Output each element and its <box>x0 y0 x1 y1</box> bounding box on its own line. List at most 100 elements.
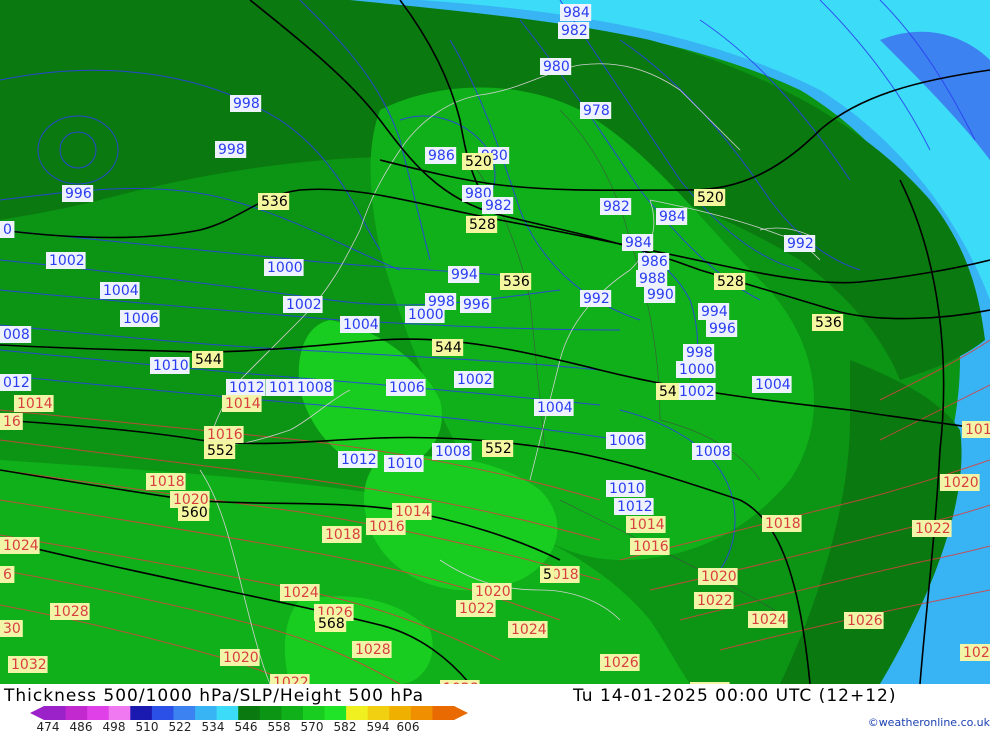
isobar-label-3: 998 <box>230 95 262 112</box>
isobar-high-label-34: 1028 <box>440 680 480 684</box>
thickness-label-6: 536 <box>812 314 844 331</box>
svg-text:560: 560 <box>181 505 208 521</box>
isobar-label-20: 1004 <box>100 282 140 299</box>
legend-tick-3: 510 <box>135 720 159 734</box>
isobar-high-label-33: 30 <box>0 620 23 637</box>
isobar-label-51: 0 <box>0 221 15 238</box>
svg-text:1000: 1000 <box>679 362 715 378</box>
svg-text:012: 012 <box>3 375 30 391</box>
isobar-label-41: 1002 <box>676 383 716 400</box>
svg-text:1004: 1004 <box>537 400 573 416</box>
isobar-high-label-24: 1020 <box>698 568 738 585</box>
svg-text:1028: 1028 <box>53 604 89 620</box>
legend-tick-6: 546 <box>234 720 258 734</box>
color-legend <box>30 706 468 720</box>
svg-text:982: 982 <box>485 198 512 214</box>
svg-text:1024: 1024 <box>3 538 39 554</box>
isobar-label-13: 984 <box>622 234 654 251</box>
svg-text:1012: 1012 <box>229 380 265 396</box>
svg-text:1024: 1024 <box>751 612 787 628</box>
svg-text:1018: 1018 <box>765 516 801 532</box>
svg-text:1000: 1000 <box>267 260 303 276</box>
credit-link[interactable]: ©weatheronline.co.uk <box>868 716 990 729</box>
isobar-high-label-15: 1024 <box>0 537 40 554</box>
svg-text:1002: 1002 <box>457 372 493 388</box>
isobar-label-9: 982 <box>600 198 632 215</box>
isobar-high-label-21: 1024 <box>508 621 548 638</box>
legend-tick-0: 474 <box>36 720 60 734</box>
thickness-label-4: 528 <box>466 216 498 233</box>
svg-text:5: 5 <box>543 567 552 583</box>
isobar-high-label-7: 1016 <box>366 518 406 535</box>
isobar-high-label-32: 6 <box>0 566 15 583</box>
svg-text:1012: 1012 <box>617 499 653 515</box>
svg-text:568: 568 <box>318 616 345 632</box>
svg-text:996: 996 <box>709 321 736 337</box>
svg-text:520: 520 <box>465 154 492 170</box>
svg-text:1012: 1012 <box>341 452 377 468</box>
legend-tick-7: 558 <box>267 720 291 734</box>
isobar-high-label-27: 1020 <box>220 649 260 666</box>
isobar-high-label-19: 1020 <box>472 583 512 600</box>
legend-tick-1: 486 <box>69 720 93 734</box>
thickness-label-7: 544 <box>432 339 464 356</box>
legend-tick-5: 534 <box>201 720 225 734</box>
svg-text:1008: 1008 <box>695 444 731 460</box>
isobar-label-50: 1012 <box>614 498 654 515</box>
svg-text:998: 998 <box>686 345 713 361</box>
isobar-label-27: 992 <box>580 290 612 307</box>
isobar-high-label-30: 1026 <box>600 654 640 671</box>
legend-swatch-10 <box>259 706 282 720</box>
svg-text:102: 102 <box>963 645 990 661</box>
svg-text:1014: 1014 <box>395 504 431 520</box>
legend-tick-2: 498 <box>102 720 126 734</box>
legend-swatch-13 <box>324 706 347 720</box>
isobar-label-30: 008 <box>0 326 32 343</box>
isobar-label-34: 1000 <box>676 361 716 378</box>
svg-text:1004: 1004 <box>755 377 791 393</box>
svg-text:0: 0 <box>3 222 12 238</box>
svg-text:1002: 1002 <box>49 253 85 269</box>
isobar-label-44: 1006 <box>606 432 646 449</box>
legend-swatch-9 <box>238 706 261 720</box>
legend-tick-8: 570 <box>300 720 324 734</box>
isobar-label-18: 1002 <box>46 252 86 269</box>
map-title: Thickness 500/1000 hPa/SLP/Height 500 hP… <box>4 686 425 706</box>
svg-text:1024: 1024 <box>511 622 547 638</box>
svg-text:1020: 1020 <box>943 475 979 491</box>
legend-swatch-8 <box>216 706 239 720</box>
isobar-label-39: 1006 <box>386 379 426 396</box>
legend-tick-4: 522 <box>168 720 192 734</box>
svg-text:1010: 1010 <box>387 456 423 472</box>
svg-text:544: 544 <box>435 340 462 356</box>
svg-text:1018: 1018 <box>149 474 185 490</box>
isobar-label-23: 994 <box>448 266 480 283</box>
isobar-label-0: 984 <box>560 4 592 21</box>
legend-swatch-2 <box>87 706 110 720</box>
isobar-label-10: 984 <box>656 208 688 225</box>
valid-time: Tu 14-01-2025 00:00 UTC (12+12) <box>573 686 897 706</box>
svg-text:1000: 1000 <box>408 307 444 323</box>
isobar-high-label-17: 1024 <box>748 611 788 628</box>
legend-arrow-left <box>30 706 44 720</box>
isobar-high-label-37: 102 <box>960 644 990 661</box>
isobar-label-45: 1012 <box>338 451 378 468</box>
svg-text:536: 536 <box>815 315 842 331</box>
svg-text:996: 996 <box>463 297 490 313</box>
svg-text:1014: 1014 <box>225 396 261 412</box>
isobar-label-29: 996 <box>706 320 738 337</box>
svg-text:1010: 1010 <box>609 481 645 497</box>
legend-swatch-11 <box>281 706 304 720</box>
legend-swatch-12 <box>302 706 326 720</box>
isobar-label-7: 986 <box>425 147 457 164</box>
thickness-label-2: 528 <box>714 273 746 290</box>
isobar-high-label-6: 1014 <box>392 503 432 520</box>
svg-text:982: 982 <box>603 199 630 215</box>
legend-swatch-0 <box>44 706 67 720</box>
svg-text:1002: 1002 <box>286 297 322 313</box>
svg-text:986: 986 <box>641 254 668 270</box>
svg-text:978: 978 <box>583 103 610 119</box>
svg-text:992: 992 <box>787 236 814 252</box>
isobar-label-38: 1008 <box>294 379 334 396</box>
thickness-label-11: 552 <box>204 442 236 459</box>
